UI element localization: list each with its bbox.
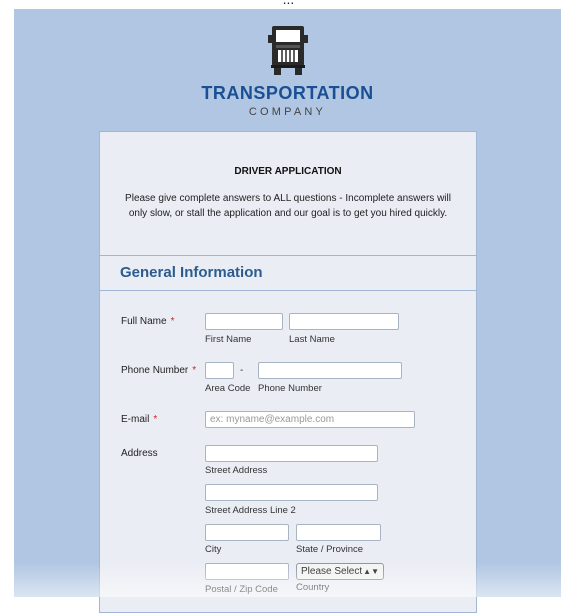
last-name-input[interactable] <box>289 313 399 330</box>
country-sublabel: Country <box>296 582 330 593</box>
form-title: DRIVER APPLICATION <box>234 166 342 177</box>
required-marker: * <box>153 414 158 425</box>
company-logo: TRANSPORTATION COMPANY <box>14 25 561 118</box>
form-description: Please give complete answers to ALL ques… <box>125 193 451 219</box>
city-input[interactable] <box>205 524 289 541</box>
required-marker: * <box>170 316 175 327</box>
postal-code-input[interactable] <box>205 563 289 580</box>
street-address-line2-input[interactable] <box>205 484 378 501</box>
first-name-input[interactable] <box>205 313 283 330</box>
street-address-input[interactable] <box>205 445 378 462</box>
area-code-input[interactable] <box>205 362 234 379</box>
email-label: E-mail * <box>121 414 158 425</box>
phone-dash: - <box>240 365 244 376</box>
last-name-sublabel: Last Name <box>289 334 335 345</box>
postal-code-sublabel: Postal / Zip Code <box>205 584 278 595</box>
top-clipped-text: ... <box>0 0 577 5</box>
city-sublabel: City <box>205 544 222 555</box>
logo-name: TRANSPORTATION <box>201 83 374 103</box>
full-name-label: Full Name * <box>121 316 175 327</box>
address-label: Address <box>121 448 158 459</box>
street-address-sublabel: Street Address <box>205 465 268 476</box>
application-form: DRIVER APPLICATION Please give complete … <box>99 131 477 613</box>
page-background: TRANSPORTATION COMPANY DRIVER APPLICATIO… <box>14 9 561 613</box>
phone-number-label: Phone Number * <box>121 365 197 376</box>
required-marker: * <box>192 365 197 376</box>
truck-icon <box>267 26 308 75</box>
logo-subtitle: COMPANY <box>248 106 327 118</box>
form-header: DRIVER APPLICATION Please give complete … <box>100 132 476 256</box>
country-select[interactable]: Please Select ▲▼ <box>296 563 384 580</box>
first-name-sublabel: First Name <box>205 334 252 345</box>
state-sublabel: State / Province <box>296 544 364 555</box>
area-code-sublabel: Area Code <box>205 383 251 394</box>
phone-number-sublabel: Phone Number <box>258 383 322 394</box>
street-address-line2-sublabel: Street Address Line 2 <box>205 505 296 516</box>
state-input[interactable] <box>296 524 381 541</box>
select-arrows-icon: ▲▼ <box>363 567 379 576</box>
email-input[interactable]: ex: myname@example.com <box>205 411 415 428</box>
section-title: General Information <box>100 256 476 291</box>
phone-number-input[interactable] <box>258 362 402 379</box>
